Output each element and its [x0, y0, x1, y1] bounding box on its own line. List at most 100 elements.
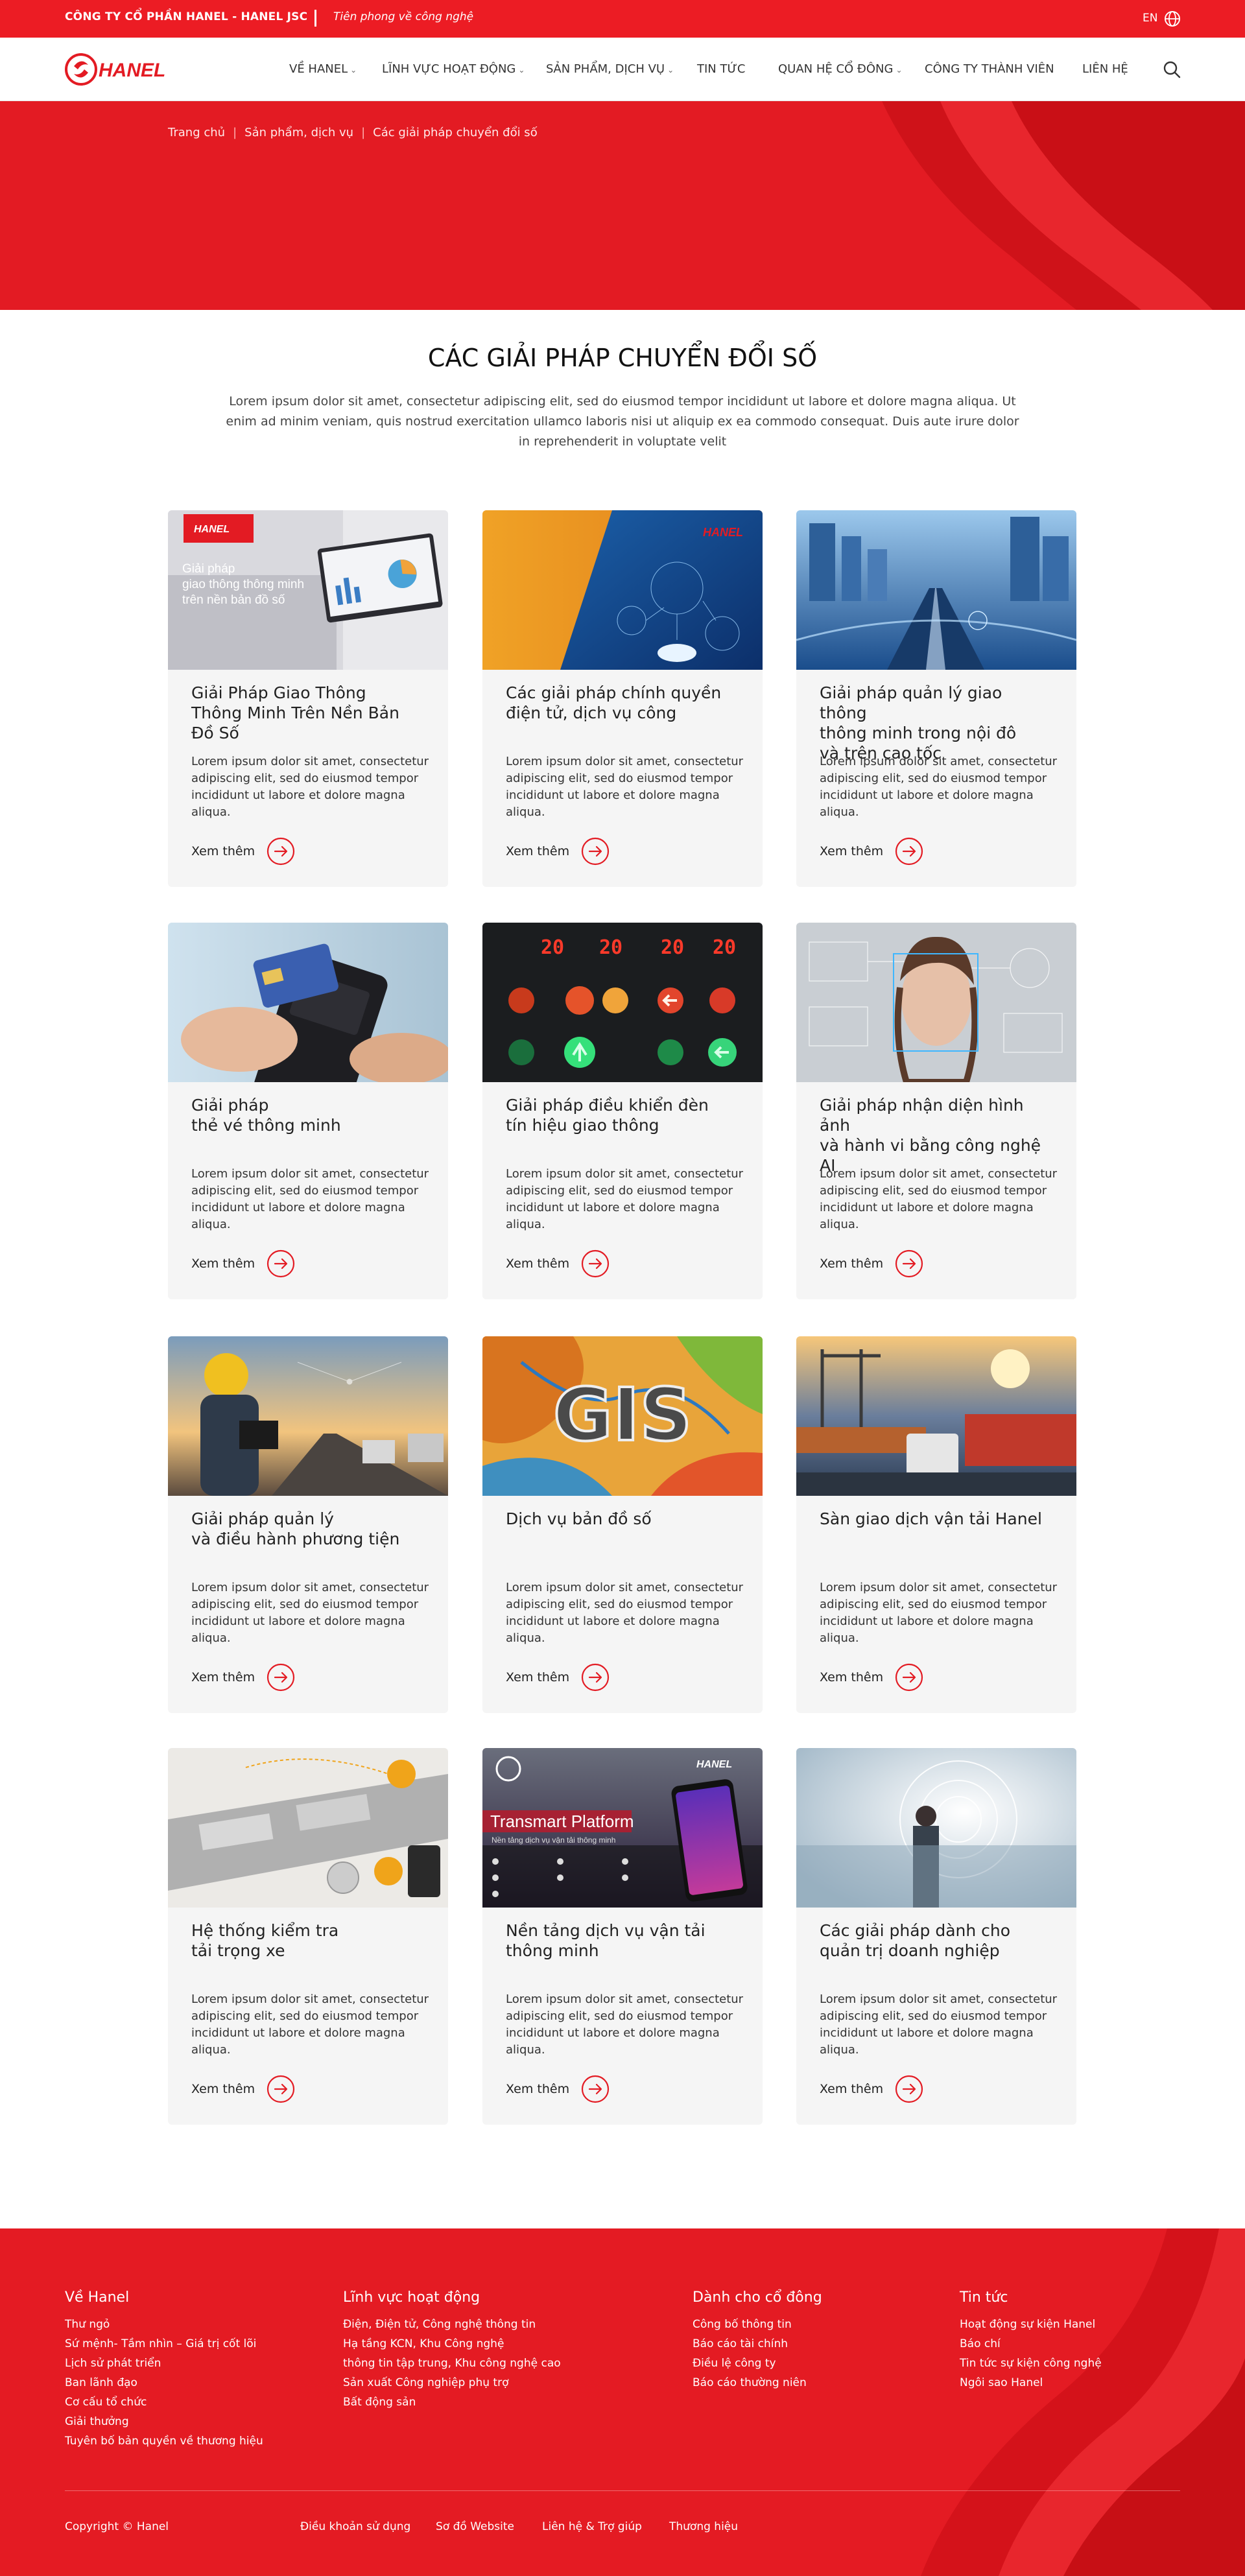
card-title[interactable]: Giải pháp nhận diện hình ảnh và hành vi …	[820, 1095, 1053, 1176]
card-title[interactable]: Giải pháp thẻ vé thông minh	[191, 1095, 425, 1135]
card-title[interactable]: Giải Pháp Giao Thông Thông Minh Trên Nền…	[191, 683, 425, 743]
footer-link[interactable]: Điện, Điện tử, Công nghệ thông tin	[343, 2315, 561, 2334]
breadcrumb-home[interactable]: Trang chủ	[168, 126, 225, 139]
footer-link[interactable]: Giải thưởng	[65, 2412, 263, 2431]
menu-item-quan-he-co-dong[interactable]: QUAN HỆ CỔ ĐÔNG ⌄	[778, 62, 903, 76]
chevron-down-icon: ⌄	[518, 65, 525, 75]
card-title[interactable]: Sàn giao dịch vận tải Hanel	[820, 1509, 1053, 1529]
card-image	[168, 1336, 448, 1496]
menu-label: SẢN PHẨM, DỊCH VỤ	[546, 62, 665, 76]
card-title[interactable]: Nền tảng dịch vụ vận tải thông minh	[506, 1920, 739, 1961]
footer-link[interactable]: Báo cáo tài chính	[693, 2334, 822, 2354]
solution-card[interactable]: 20 20 20 20 Giải pháp điều khiển đèn tín hi…	[482, 923, 763, 1299]
logo-text: HANEL	[99, 60, 165, 81]
solution-card[interactable]: Giải pháp quản lý giao thông thông minh …	[796, 510, 1076, 887]
arrow-right-circle-icon	[267, 837, 295, 866]
read-more-label: Xem thêm	[506, 1257, 570, 1271]
card-title[interactable]: Các giải pháp chính quyền điện tử, dịch …	[506, 683, 739, 723]
solution-card[interactable]: Hệ thống kiểm tra tải trọng xe Lorem ips…	[168, 1748, 448, 2125]
arrow-right-circle-icon	[267, 1249, 295, 1278]
card-image: HANEL Transmart Platform Nền tảng dịch v…	[482, 1748, 763, 1908]
read-more-label: Xem thêm	[506, 1670, 570, 1684]
menu-item-linh-vuc[interactable]: LĨNH VỰC HOẠT ĐỘNG ⌄	[382, 62, 525, 76]
solution-card[interactable]: Giải pháp quản lý và điều hành phương ti…	[168, 1336, 448, 1713]
menu-label: LĨNH VỰC HOẠT ĐỘNG	[382, 62, 516, 76]
footer-link-brand[interactable]: Thương hiệu	[669, 2520, 738, 2533]
card-title[interactable]: Giải pháp quản lý và điều hành phương ti…	[191, 1509, 425, 1549]
read-more-link[interactable]: Xem thêm	[191, 1249, 295, 1278]
read-more-link[interactable]: Xem thêm	[191, 2075, 295, 2103]
card-title[interactable]: Các giải pháp dành cho quản trị doanh ng…	[820, 1920, 1053, 1961]
search-icon[interactable]	[1162, 60, 1181, 79]
card-title[interactable]: Hệ thống kiểm tra tải trọng xe	[191, 1920, 425, 1961]
solution-card[interactable]: HANEL Giải pháp giao thông thông minh tr…	[168, 510, 448, 887]
footer-link[interactable]: Tin tức sự kiện công nghệ	[960, 2354, 1102, 2373]
breadcrumb-products[interactable]: Sản phẩm, dịch vụ	[244, 126, 353, 139]
solution-card[interactable]: Các giải pháp dành cho quản trị doanh ng…	[796, 1748, 1076, 2125]
svg-text:HANEL: HANEL	[194, 524, 230, 535]
footer-link[interactable]: Thư ngỏ	[65, 2315, 263, 2334]
svg-text:Transmart Platform: Transmart Platform	[490, 1812, 634, 1831]
arrow-right-circle-icon	[895, 1249, 923, 1278]
card-image	[796, 1336, 1076, 1496]
arrow-right-circle-icon	[581, 837, 610, 866]
footer-link[interactable]: Bất động sản	[343, 2393, 561, 2412]
card-description: Lorem ipsum dolor sit amet, consectetur …	[820, 755, 1058, 819]
card-title[interactable]: Dịch vụ bản đồ số	[506, 1509, 739, 1529]
card-image	[796, 510, 1076, 670]
footer-link[interactable]: Ngôi sao Hanel	[960, 2373, 1102, 2393]
footer-link[interactable]: thông tin tập trung, Khu công nghệ cao	[343, 2354, 561, 2373]
solution-card[interactable]: HANEL Các giải pháp chính quyền điện tử,…	[482, 510, 763, 887]
menu-item-ve-hanel[interactable]: VỀ HANEL ⌄	[289, 62, 357, 76]
footer-link[interactable]: Lịch sử phát triển	[65, 2354, 263, 2373]
solution-card[interactable]: Sàn giao dịch vận tải Hanel Lorem ipsum …	[796, 1336, 1076, 1713]
footer-link[interactable]: Ban lãnh đạo	[65, 2373, 263, 2393]
card-description: Lorem ipsum dolor sit amet, consectetur …	[191, 755, 429, 819]
footer-column-co-dong: Dành cho cổ đông Công bố thông tin Báo c…	[693, 2289, 822, 2393]
menu-item-lien-he[interactable]: LIÊN HỆ	[1082, 62, 1128, 76]
language-switch[interactable]: EN	[1143, 12, 1157, 25]
menu-item-san-pham[interactable]: SẢN PHẨM, DỊCH VỤ ⌄	[546, 62, 674, 76]
read-more-link[interactable]: Xem thêm	[506, 2075, 610, 2103]
svg-text:GIS: GIS	[553, 1373, 692, 1458]
menu-label: CÔNG TY THÀNH VIÊN	[925, 62, 1054, 76]
footer-link-terms[interactable]: Điều khoản sử dụng	[300, 2520, 410, 2533]
hanel-logo[interactable]: HANEL	[65, 52, 195, 87]
menu-label: VỀ HANEL	[289, 62, 348, 76]
read-more-link[interactable]: Xem thêm	[506, 1663, 610, 1692]
footer-link[interactable]: Hạ tầng KCN, Khu Công nghệ	[343, 2334, 561, 2354]
footer-link[interactable]: Điều lệ công ty	[693, 2354, 822, 2373]
solution-card[interactable]: Giải pháp nhận diện hình ảnh và hành vi …	[796, 923, 1076, 1299]
menu-item-tin-tuc[interactable]: TIN TỨC	[697, 62, 746, 76]
footer-link[interactable]: Cơ cấu tổ chức	[65, 2393, 263, 2412]
read-more-link[interactable]: Xem thêm	[191, 1663, 295, 1692]
read-more-link[interactable]: Xem thêm	[820, 1249, 923, 1278]
read-more-link[interactable]: Xem thêm	[506, 1249, 610, 1278]
chevron-down-icon: ⌄	[667, 65, 674, 75]
card-title[interactable]: Giải pháp quản lý giao thông thông minh …	[820, 683, 1053, 763]
solution-card[interactable]: GIS Dịch vụ bản đồ số Lorem ipsum dolor …	[482, 1336, 763, 1713]
read-more-link[interactable]: Xem thêm	[820, 2075, 923, 2103]
footer-link[interactable]: Sứ mệnh- Tầm nhìn – Giá trị cốt lõi	[65, 2334, 263, 2354]
globe-icon[interactable]	[1164, 10, 1181, 27]
solution-card[interactable]: HANEL Transmart Platform Nền tảng dịch v…	[482, 1748, 763, 2125]
footer-link-sitemap[interactable]: Sơ đồ Website	[436, 2520, 514, 2533]
arrow-right-circle-icon	[581, 2075, 610, 2103]
read-more-link[interactable]: Xem thêm	[506, 837, 610, 866]
menu-item-cong-ty-thanh-vien[interactable]: CÔNG TY THÀNH VIÊN	[925, 62, 1054, 76]
card-title[interactable]: Giải pháp điều khiển đèn tín hiệu giao t…	[506, 1095, 739, 1135]
footer-link[interactable]: Tuyên bố bản quyền về thương hiệu	[65, 2431, 263, 2451]
read-more-link[interactable]: Xem thêm	[191, 837, 295, 866]
footer-link[interactable]: Báo cáo thường niên	[693, 2373, 822, 2393]
card-description: Lorem ipsum dolor sit amet, consectetur …	[820, 1167, 1058, 1231]
footer-link[interactable]: Sản xuất Công nghiệp phụ trợ	[343, 2373, 561, 2393]
solution-card[interactable]: Giải pháp thẻ vé thông minh Lorem ipsum …	[168, 923, 448, 1299]
read-more-link[interactable]: Xem thêm	[820, 837, 923, 866]
svg-text:Nền tảng dịch vụ vận tải thông: Nền tảng dịch vụ vận tải thông minh	[492, 1836, 615, 1845]
svg-text:HANEL: HANEL	[696, 1759, 732, 1770]
footer-link-contact-help[interactable]: Liên hệ & Trợ giúp	[542, 2520, 642, 2533]
footer-link[interactable]: Công bố thông tin	[693, 2315, 822, 2334]
read-more-link[interactable]: Xem thêm	[820, 1663, 923, 1692]
footer-link[interactable]: Báo chí	[960, 2334, 1102, 2354]
footer-link[interactable]: Hoạt động sự kiện Hanel	[960, 2315, 1102, 2334]
